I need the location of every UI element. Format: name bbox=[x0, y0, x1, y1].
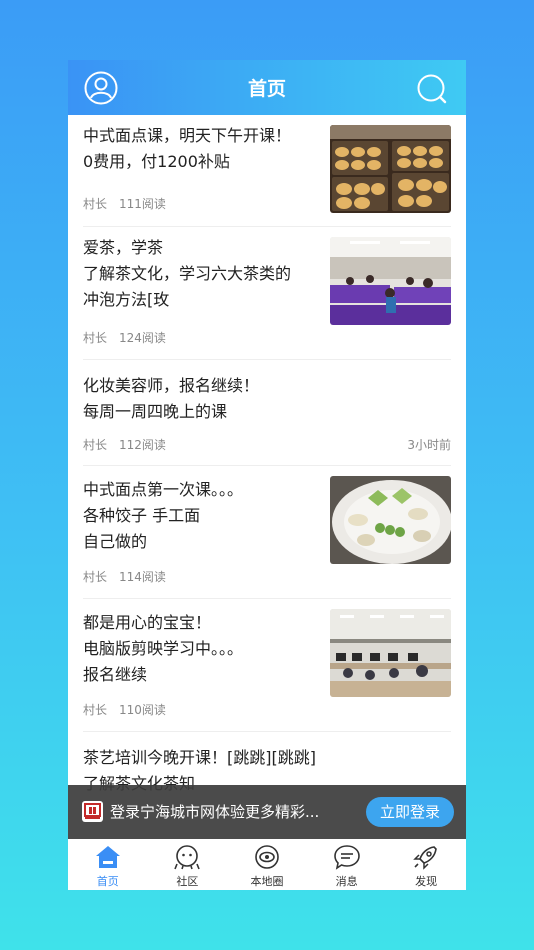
message-icon bbox=[333, 845, 360, 870]
author-name: 村长 bbox=[83, 570, 108, 584]
rocket-icon bbox=[413, 846, 438, 870]
tab-messages[interactable]: 消息 bbox=[307, 839, 387, 890]
article-thumbnail bbox=[330, 125, 451, 213]
read-count: 114阅读 bbox=[119, 570, 166, 584]
login-button[interactable]: 立即登录 bbox=[366, 797, 454, 827]
article-title: 都是用心的宝宝！ 电脑版剪映学习中。。。 报名继续 bbox=[83, 613, 244, 684]
post-time: 3小时前 bbox=[407, 438, 451, 452]
local-circle-icon bbox=[255, 845, 279, 869]
tab-label: 消息 bbox=[335, 875, 358, 888]
list-item[interactable]: 爱茶，学茶 了解茶文化，学习六大茶类的 冲泡方法[玫 村长 124阅读 bbox=[83, 227, 451, 360]
article-meta: 村长 124阅读 bbox=[83, 329, 166, 346]
author-name: 村长 bbox=[83, 703, 108, 717]
tab-community[interactable]: 社区 bbox=[148, 839, 228, 890]
tab-label: 首页 bbox=[96, 875, 119, 888]
bottom-tab-bar: 首页 社区 本地圈 消息 发现 bbox=[68, 839, 466, 890]
tab-label: 社区 bbox=[176, 875, 199, 888]
app-screen: 首页 中式面点课，明天下午开课！ 0费用，付1200补贴 村长 111阅读 爱茶… bbox=[68, 60, 466, 890]
home-icon bbox=[95, 846, 120, 868]
author-name: 村长 bbox=[83, 197, 108, 211]
page-title: 首页 bbox=[247, 78, 286, 100]
article-thumbnail bbox=[330, 609, 451, 697]
list-item[interactable]: 都是用心的宝宝！ 电脑版剪映学习中。。。 报名继续 村长 110阅读 bbox=[83, 599, 451, 732]
tab-home[interactable]: 首页 bbox=[68, 839, 148, 890]
list-item[interactable]: 中式面点第一次课。。。 各种饺子 手工面 自己做的 村长 114阅读 bbox=[83, 466, 451, 599]
article-title: 中式面点第一次课。。。 各种饺子 手工面 自己做的 bbox=[83, 480, 244, 551]
article-feed: 中式面点课，明天下午开课！ 0费用，付1200补贴 村长 111阅读 爱茶，学茶… bbox=[68, 115, 466, 845]
top-bar: 首页 bbox=[68, 60, 466, 115]
read-count: 110阅读 bbox=[119, 703, 166, 717]
article-title: 爱茶，学茶 了解茶文化，学习六大茶类的 冲泡方法[玫 bbox=[83, 238, 292, 309]
tab-discover[interactable]: 发现 bbox=[386, 839, 466, 890]
read-count: 124阅读 bbox=[119, 331, 166, 345]
article-meta: 村长 112阅读 bbox=[83, 436, 166, 453]
article-thumbnail bbox=[330, 476, 451, 564]
article-meta: 村长 111阅读 bbox=[83, 195, 166, 212]
article-meta: 村长 110阅读 bbox=[83, 701, 166, 718]
article-meta: 村长 114阅读 bbox=[83, 568, 166, 585]
author-name: 村长 bbox=[83, 331, 108, 345]
login-prompt-banner: 登录宁海城市网体验更多精彩... 立即登录 bbox=[68, 785, 466, 839]
tab-label: 发现 bbox=[415, 875, 438, 888]
article-thumbnail bbox=[330, 237, 451, 325]
community-icon bbox=[174, 845, 201, 870]
read-count: 112阅读 bbox=[119, 438, 166, 452]
search-icon[interactable] bbox=[416, 73, 448, 105]
tab-local-circle[interactable]: 本地圈 bbox=[227, 839, 307, 890]
read-count: 111阅读 bbox=[119, 197, 166, 211]
list-item[interactable]: 化妆美容师，报名继续！ 每周一周四晚上的课 村长 112阅读 3小时前 bbox=[83, 360, 451, 466]
tab-label: 本地圈 bbox=[250, 875, 284, 888]
login-prompt-text: 登录宁海城市网体验更多精彩... bbox=[110, 803, 320, 821]
author-name: 村长 bbox=[83, 438, 108, 452]
article-title: 化妆美容师，报名继续！ 每周一周四晚上的课 bbox=[83, 376, 260, 421]
article-title: 中式面点课，明天下午开课！ 0费用，付1200补贴 bbox=[83, 126, 292, 171]
list-item[interactable]: 中式面点课，明天下午开课！ 0费用，付1200补贴 村长 111阅读 bbox=[83, 115, 451, 227]
app-logo-icon bbox=[82, 801, 103, 822]
